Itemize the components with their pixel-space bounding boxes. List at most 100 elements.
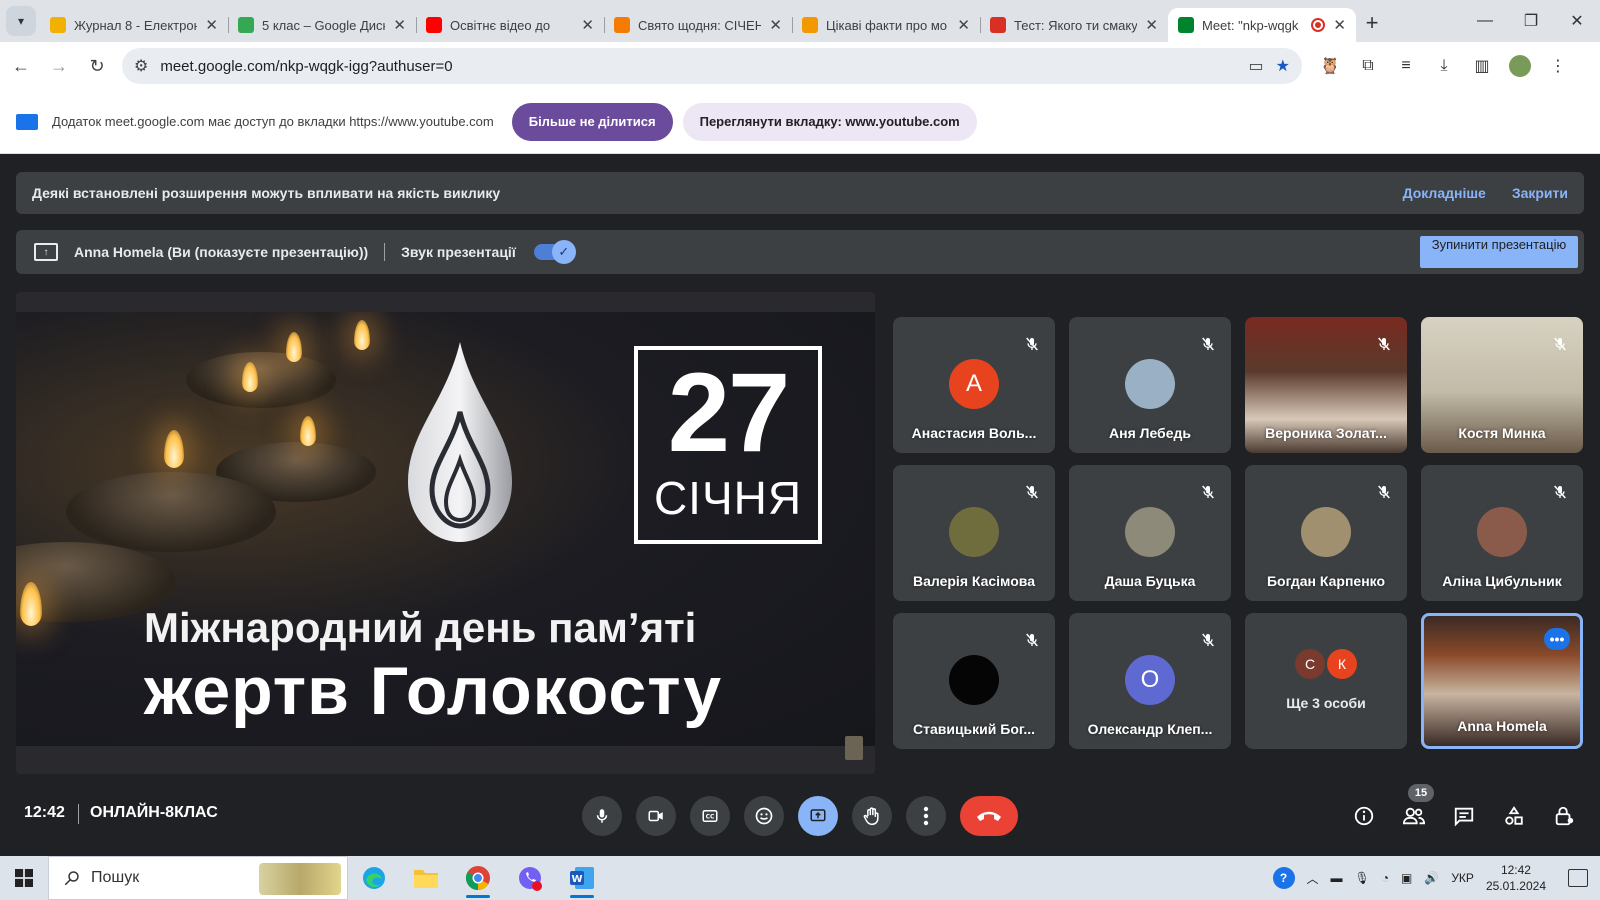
more-options-button[interactable]	[906, 796, 946, 836]
site-info-icon[interactable]: ⚙	[134, 56, 148, 76]
battery-icon[interactable]: ▬	[1331, 871, 1343, 885]
side-panel-icon[interactable]: ▥	[1466, 50, 1498, 82]
captions-button[interactable]: CC	[690, 796, 730, 836]
notification-center-icon[interactable]	[1568, 869, 1588, 887]
close-warning-link[interactable]: Закрити	[1512, 185, 1568, 201]
start-button[interactable]	[0, 856, 48, 900]
participant-tile[interactable]: Валерія Касімова	[893, 465, 1055, 601]
view-shared-tab-button[interactable]: Переглянути вкладку: www.youtube.com	[682, 102, 977, 141]
activities-button[interactable]	[1494, 796, 1534, 836]
address-bar[interactable]: ⚙ meet.google.com/nkp-wqgk-igg?authuser=…	[122, 48, 1302, 84]
new-tab-button[interactable]: +	[1356, 7, 1388, 39]
input-language[interactable]: УКР	[1451, 871, 1474, 885]
tab-close-icon[interactable]: ✕	[1145, 16, 1158, 34]
tab-close-icon[interactable]: ✕	[393, 16, 406, 34]
stop-sharing-button[interactable]: Більше не ділитися	[511, 102, 673, 141]
participant-name: Богдан Карпенко	[1266, 573, 1386, 589]
media-control-icon[interactable]: ≡	[1390, 50, 1422, 82]
tab-search-button[interactable]: ▾	[6, 6, 36, 36]
volume-icon[interactable]: 🔊	[1424, 871, 1439, 885]
stop-presenting-button[interactable]: Зупинити презентацію	[1420, 236, 1578, 268]
taskbar-search[interactable]: Пошук	[48, 856, 348, 900]
participant-name: Олександр Клеп...	[1087, 721, 1213, 737]
display-icon[interactable]: ▣	[1401, 871, 1412, 885]
browser-tab[interactable]: Meet: "nkp-wqgk ✕	[1168, 8, 1356, 42]
extensions-puzzle-icon[interactable]: ⧉	[1352, 50, 1384, 82]
mic-off-icon	[1197, 333, 1219, 355]
microphone-tray-icon[interactable]: 🎙	[1355, 871, 1370, 885]
tile-options-button[interactable]: •••	[1544, 628, 1570, 650]
participant-tile[interactable]: Богдан Карпенко	[1245, 465, 1407, 601]
participant-tile[interactable]: Даша Буцька	[1069, 465, 1231, 601]
browser-menu-icon[interactable]: ⋮	[1542, 50, 1574, 82]
participant-name: Аліна Цибульник	[1442, 573, 1562, 589]
chrome-icon	[465, 866, 490, 890]
participant-tile[interactable]: Вероника Золат...	[1245, 317, 1407, 453]
tab-close-icon[interactable]: ✕	[205, 16, 218, 34]
taskbar-edge[interactable]	[348, 856, 400, 900]
participant-tile[interactable]: Аліна Цибульник	[1421, 465, 1583, 601]
help-icon[interactable]: ?	[1272, 867, 1295, 889]
tab-close-icon[interactable]: ✕	[1333, 16, 1346, 34]
forward-button[interactable]: →	[42, 49, 76, 83]
participant-tile[interactable]: А Анастасия Воль...	[893, 317, 1055, 453]
microphone-button[interactable]	[582, 796, 622, 836]
browser-tab[interactable]: Тест: Якого ти смаку ✕	[980, 8, 1168, 42]
slide-day: 27	[667, 350, 791, 475]
share-banner-text: Додаток meet.google.com має доступ до вк…	[52, 114, 494, 129]
meeting-details-button[interactable]	[1344, 796, 1384, 836]
participant-tile[interactable]: Костя Минка	[1421, 317, 1583, 453]
bookmark-star-icon[interactable]: ★	[1276, 56, 1290, 76]
minimize-icon[interactable]: —	[1462, 0, 1508, 42]
back-button[interactable]: ←	[4, 49, 38, 83]
camera-button[interactable]	[636, 796, 676, 836]
extension-owl-icon[interactable]: 🦉	[1314, 50, 1346, 82]
more-participants-tile[interactable]: С К Ще 3 особи	[1245, 613, 1407, 749]
browser-tab[interactable]: 5 клас – Google Диск ✕	[228, 8, 416, 42]
candle	[186, 352, 336, 408]
raise-hand-button[interactable]	[852, 796, 892, 836]
tab-close-icon[interactable]: ✕	[769, 16, 782, 34]
hand-icon	[863, 807, 879, 826]
taskbar-word[interactable]: W	[556, 856, 608, 900]
browser-tab[interactable]: Свято щодня: СІЧЕНЬ ✕	[604, 8, 792, 42]
tray-clock[interactable]: 12:42 25.01.2024	[1486, 862, 1546, 894]
taskbar-chrome[interactable]	[452, 856, 504, 900]
participant-tile[interactable]: Аня Лебедь	[1069, 317, 1231, 453]
date-frame: 27 СІЧНЯ	[634, 346, 822, 544]
reload-button[interactable]: ↻	[80, 49, 114, 83]
participant-avatar	[949, 655, 999, 705]
window-close-icon[interactable]: ✕	[1554, 0, 1600, 42]
people-button[interactable]: 15	[1394, 784, 1434, 836]
taskbar-viber[interactable]	[504, 856, 556, 900]
participant-avatar	[1301, 507, 1351, 557]
leave-call-button[interactable]	[960, 796, 1018, 836]
present-now-button[interactable]	[798, 796, 838, 836]
participant-name: Ставицький Бог...	[912, 721, 1035, 737]
url-text[interactable]: meet.google.com/nkp-wqgk-igg?authuser=0	[160, 58, 1236, 75]
reactions-button[interactable]	[744, 796, 784, 836]
participant-tile[interactable]: О Олександр Клеп...	[1069, 613, 1231, 749]
browser-tab[interactable]: Журнал 8 - Електронн ✕	[40, 8, 228, 42]
tab-close-icon[interactable]: ✕	[957, 16, 970, 34]
profile-avatar[interactable]	[1509, 55, 1531, 77]
svg-text:CC: CC	[706, 814, 715, 821]
tab-close-icon[interactable]: ✕	[581, 16, 594, 34]
restore-icon[interactable]: ❐	[1508, 0, 1554, 42]
browser-tab[interactable]: Освітнє відео до ✕	[416, 8, 604, 42]
browser-tab[interactable]: Цікаві факти про мо ✕	[792, 8, 980, 42]
chat-button[interactable]	[1444, 796, 1484, 836]
wifi-icon[interactable]: ◔	[1382, 871, 1389, 885]
learn-more-link[interactable]: Докладніше	[1403, 185, 1486, 201]
toolbar-icons: 🦉 ⧉ ≡ ⤓ ▥ ⋮	[1314, 50, 1574, 82]
divider	[384, 243, 386, 261]
presentation-sound-toggle[interactable]	[533, 240, 576, 264]
participant-tile[interactable]: Ставицький Бог...	[893, 613, 1055, 749]
taskbar-file-explorer[interactable]	[400, 856, 452, 900]
candle-flame	[300, 416, 316, 446]
camera-in-use-icon[interactable]: ▭	[1249, 56, 1264, 76]
downloads-icon[interactable]: ⤓	[1428, 50, 1460, 82]
host-controls-button[interactable]	[1544, 796, 1584, 836]
show-hidden-icons-icon[interactable]: ︿	[1307, 870, 1319, 887]
self-view-tile[interactable]: ••• Anna Homela	[1421, 613, 1583, 749]
